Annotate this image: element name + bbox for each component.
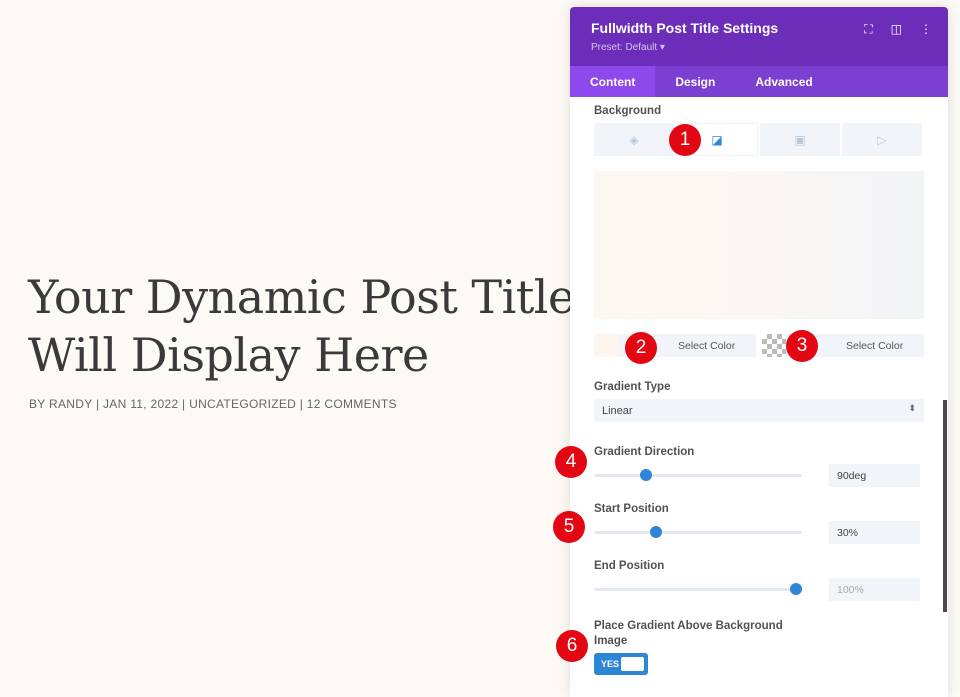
end-position-label: End Position (594, 560, 665, 572)
step-badge-4: 4 (555, 446, 587, 478)
post-title: Your Dynamic Post Title Will Display Her… (28, 270, 575, 382)
gradient-type-select[interactable]: Linear ⬍ (594, 399, 924, 422)
video-icon: ▷ (877, 132, 887, 147)
step-badge-1: 1 (669, 124, 701, 156)
toggle-label: YES (601, 659, 620, 669)
step-badge-6: 6 (556, 630, 588, 662)
gradient-type-value: Linear (602, 405, 633, 417)
tab-advanced[interactable]: Advanced (735, 66, 832, 97)
panel-header: Fullwidth Post Title Settings Preset: De… (570, 7, 948, 66)
gradient-icon: ◪ (711, 132, 723, 147)
gradient-direction-slider[interactable] (594, 469, 802, 481)
toggle-knob (621, 657, 644, 671)
post-meta: BY RANDY | JAN 11, 2022 | UNCATEGORIZED … (29, 397, 397, 411)
transparent-swatch[interactable] (762, 334, 786, 357)
bg-video-tab[interactable]: ▷ (842, 123, 922, 156)
background-label: Background (594, 105, 662, 117)
slider-thumb[interactable] (640, 469, 652, 481)
step-badge-5: 5 (553, 511, 585, 543)
more-options-icon[interactable]: ⋮ (920, 22, 932, 37)
color-swatch[interactable] (594, 334, 618, 357)
panel-scrollbar[interactable] (943, 400, 947, 612)
select-arrows-icon: ⬍ (908, 403, 916, 413)
gradient-direction-label: Gradient Direction (594, 446, 695, 458)
slider-thumb[interactable] (789, 583, 802, 595)
preset-dropdown[interactable]: Preset: Default ▾ (591, 42, 927, 53)
split-view-icon[interactable]: ◫ (891, 22, 902, 37)
gradient-color-1[interactable]: Select Color (594, 334, 756, 357)
bg-image-tab[interactable]: ▣ (760, 123, 840, 156)
start-position-slider[interactable] (594, 526, 802, 538)
tab-design[interactable]: Design (655, 66, 735, 97)
step-badge-2: 2 (625, 332, 657, 364)
bg-color-tab[interactable]: ◈ (594, 123, 674, 156)
panel-tabs: Content Design Advanced (570, 66, 948, 97)
fullscreen-icon[interactable]: ⛶ (864, 22, 872, 37)
place-gradient-label: Place Gradient Above Background Image (594, 620, 783, 647)
tab-content[interactable]: Content (570, 66, 656, 97)
gradient-direction-input[interactable]: 90deg (829, 464, 920, 487)
start-position-input[interactable]: 30% (829, 521, 920, 544)
image-icon: ▣ (794, 132, 806, 147)
step-badge-3: 3 (786, 330, 818, 362)
place-gradient-toggle[interactable]: YES (594, 653, 648, 675)
end-position-input[interactable]: 100% (829, 578, 920, 601)
end-position-slider[interactable] (594, 583, 802, 595)
slider-thumb[interactable] (650, 526, 663, 538)
gradient-type-label: Gradient Type (594, 381, 671, 393)
gradient-preview (594, 171, 924, 319)
paint-bucket-icon: ◈ (629, 132, 639, 147)
start-position-label: Start Position (594, 503, 669, 515)
